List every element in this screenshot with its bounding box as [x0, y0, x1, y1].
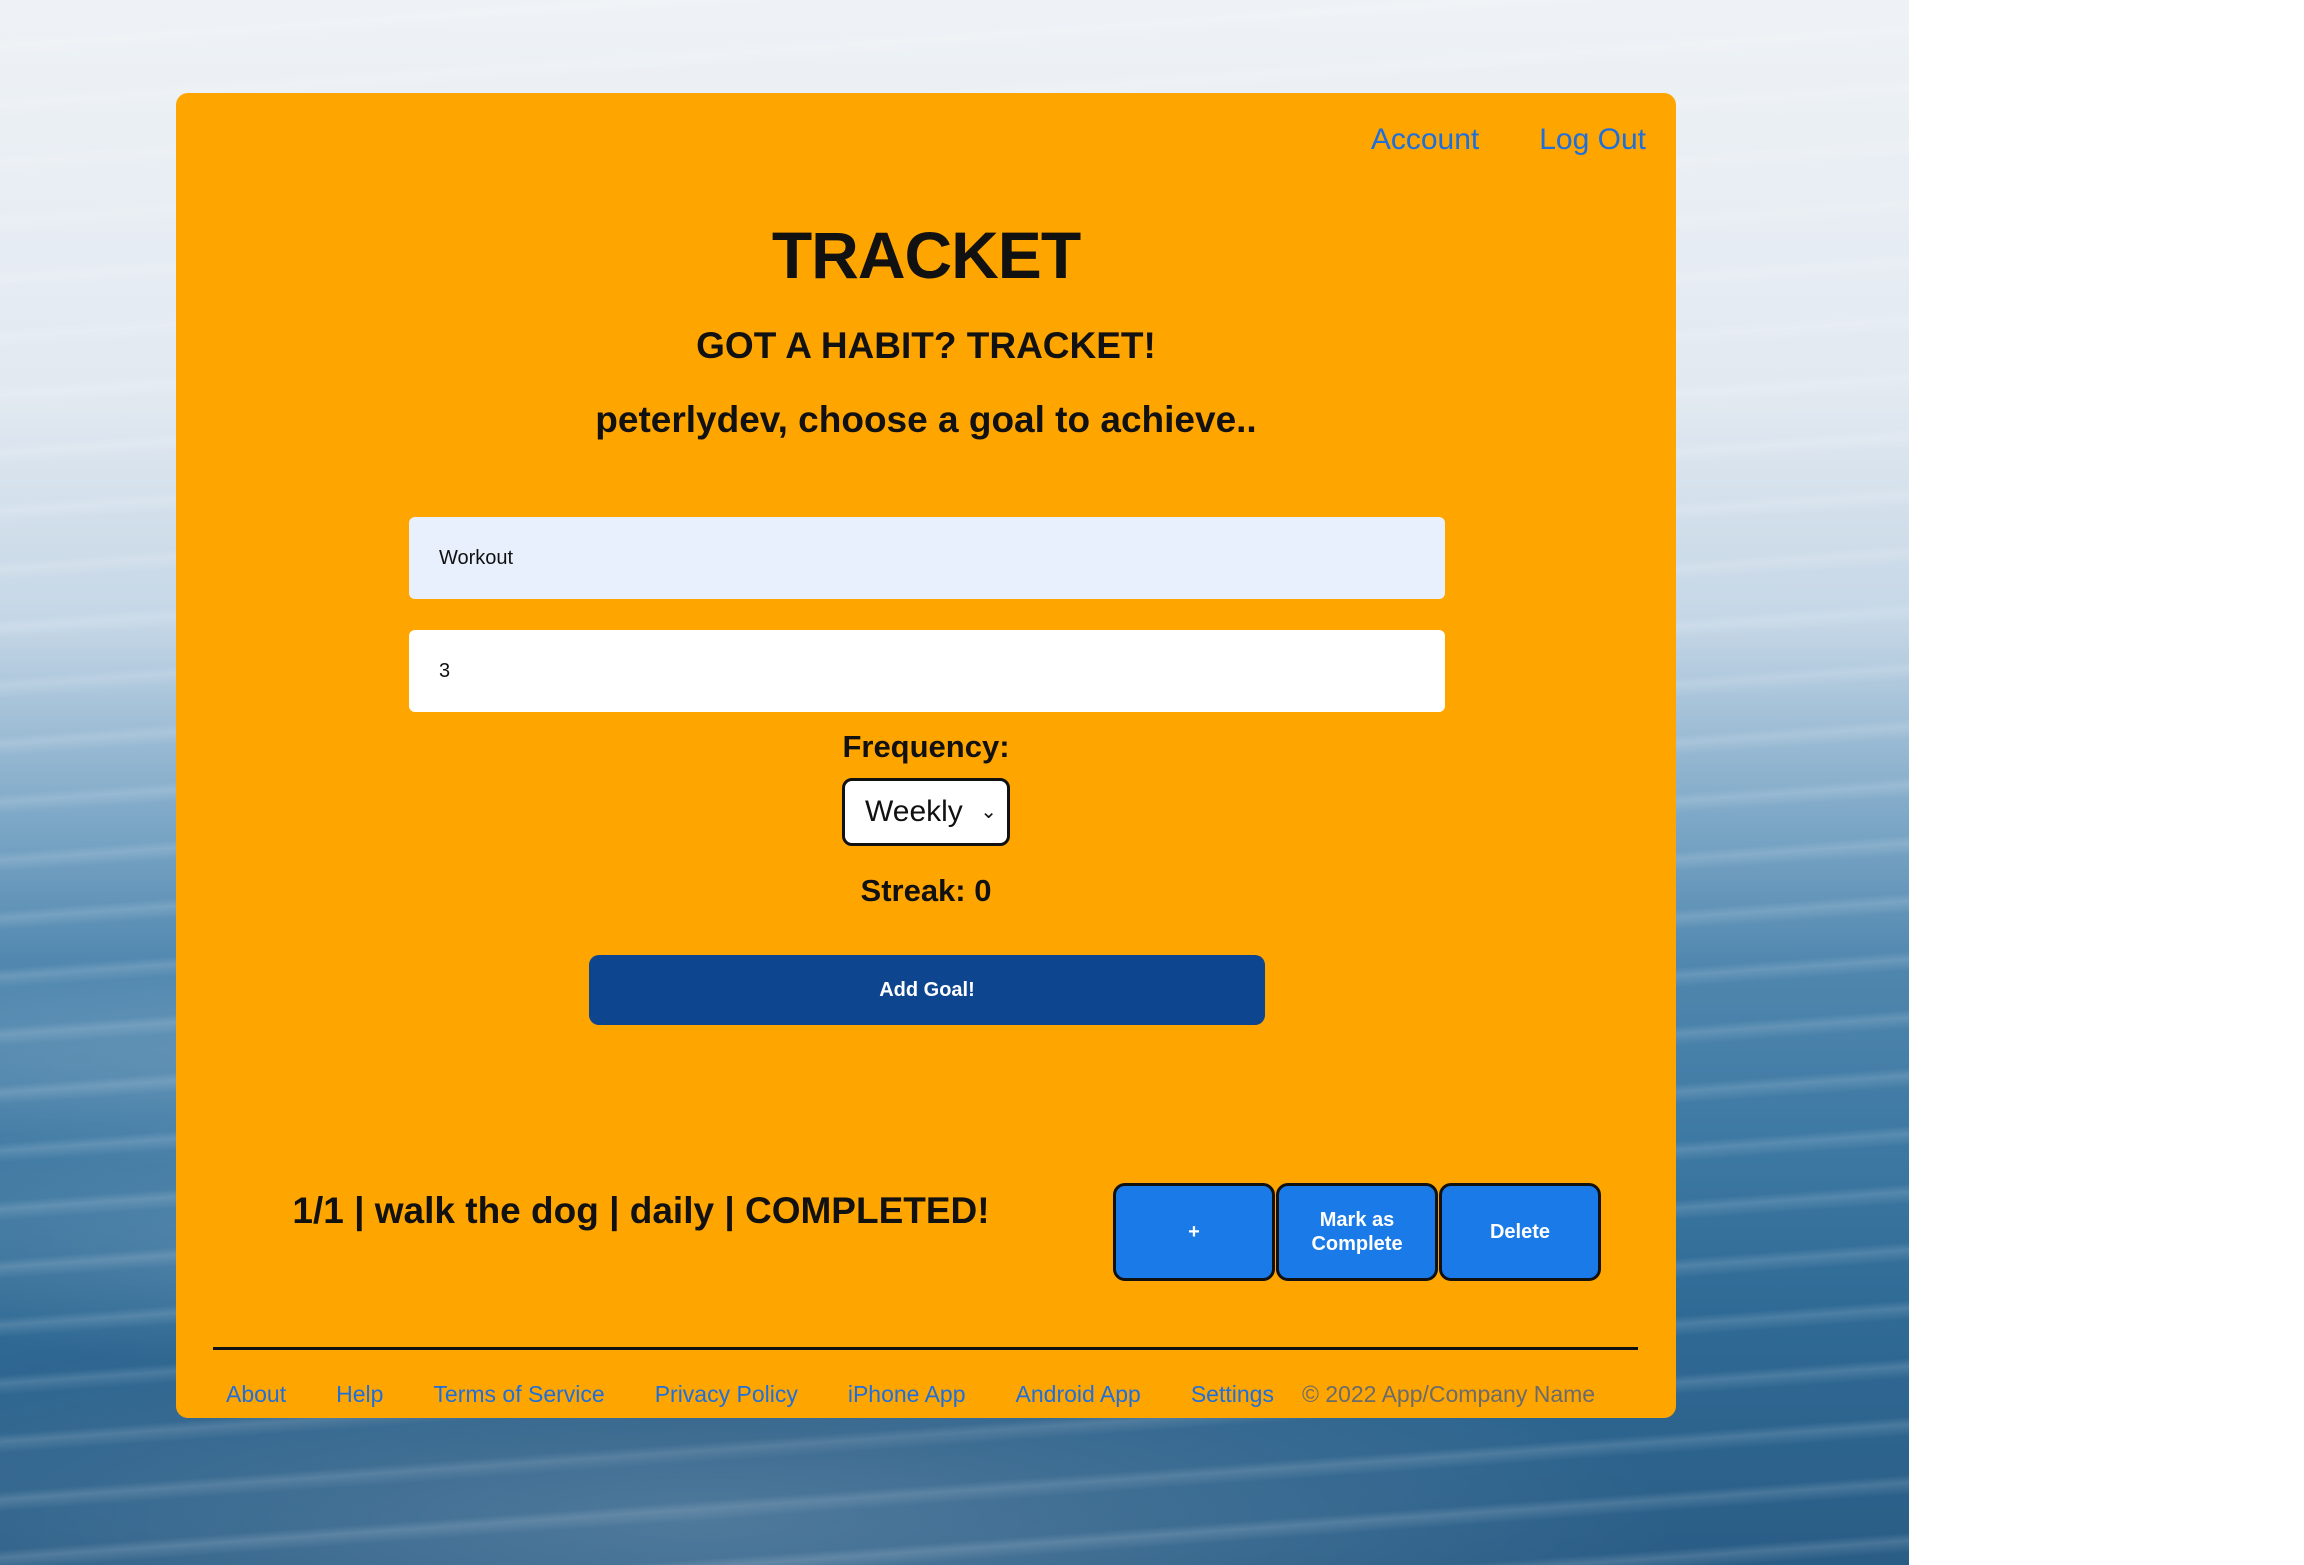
frequency-select[interactable]: Weekly ⌄: [842, 778, 1010, 846]
footer-link-help[interactable]: Help: [336, 1381, 383, 1408]
goal-name-input[interactable]: [409, 517, 1445, 599]
account-link[interactable]: Account: [1371, 123, 1479, 157]
footer-link-settings[interactable]: Settings: [1191, 1381, 1274, 1408]
chevron-down-icon: ⌄: [980, 801, 997, 823]
footer-link-android-app[interactable]: Android App: [1016, 1381, 1141, 1408]
footer-divider: [213, 1347, 1638, 1350]
frequency-selected-value: Weekly: [865, 795, 963, 828]
app-tagline: GOT A HABIT? TRACKET!: [696, 325, 1156, 366]
add-goal-button[interactable]: Add Goal!: [589, 955, 1265, 1025]
footer-link-about[interactable]: About: [226, 1381, 286, 1408]
goal-prompt: peterlydev, choose a goal to achieve..: [595, 399, 1257, 440]
frequency-label: Frequency:: [842, 729, 1010, 764]
footer-link-privacy[interactable]: Privacy Policy: [655, 1381, 798, 1408]
main-card: Account Log Out TRACKET GOT A HABIT? TRA…: [176, 93, 1676, 1418]
app-title: TRACKET: [771, 218, 1081, 292]
streak-counter: Streak: 0: [860, 873, 992, 908]
increment-button[interactable]: +: [1113, 1183, 1275, 1281]
top-nav: Account Log Out: [1371, 123, 1646, 157]
mark-complete-button[interactable]: Mark as Complete: [1276, 1183, 1438, 1281]
delete-goal-button[interactable]: Delete: [1439, 1183, 1601, 1281]
logout-link[interactable]: Log Out: [1539, 123, 1646, 157]
footer-link-iphone-app[interactable]: iPhone App: [848, 1381, 966, 1408]
footer-link-terms[interactable]: Terms of Service: [433, 1381, 604, 1408]
goal-item-text: 1/1 | walk the dog | daily | COMPLETED!: [292, 1190, 990, 1231]
copyright-text: © 2022 App/Company Name: [1301, 1381, 1596, 1407]
footer: About Help Terms of Service Privacy Poli…: [226, 1381, 1595, 1408]
goal-amount-input[interactable]: [409, 630, 1445, 712]
